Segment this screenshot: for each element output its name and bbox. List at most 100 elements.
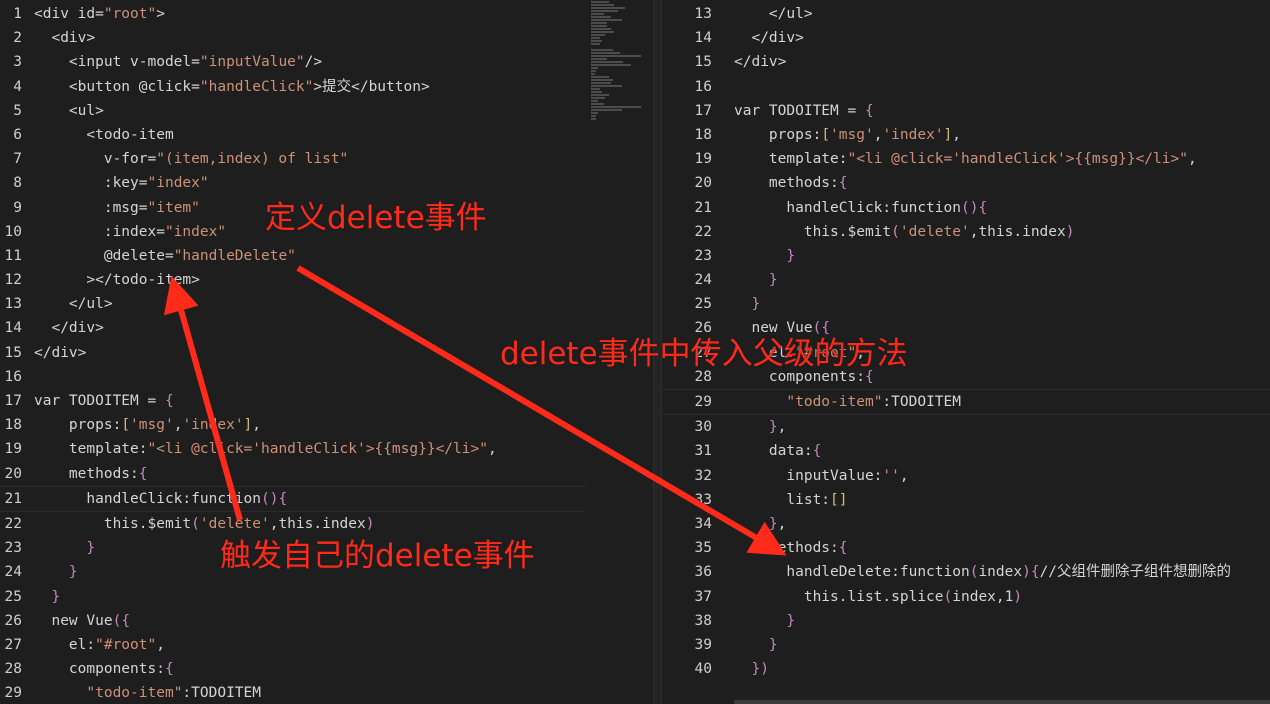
code-text[interactable]: <div> (34, 26, 95, 50)
code-line[interactable]: 11 @delete="handleDelete" (0, 244, 585, 268)
code-text[interactable]: @delete="handleDelete" (34, 244, 296, 268)
code-text[interactable]: components:{ (34, 657, 174, 681)
code-line[interactable]: 34 }, (662, 512, 1270, 536)
code-line[interactable]: 25 } (662, 292, 1270, 316)
code-text[interactable]: props:['msg','index'], (734, 123, 961, 147)
code-text[interactable]: <input v-model="inputValue"/> (34, 50, 322, 74)
code-line[interactable]: 7 v-for="(item,index) of list" (0, 147, 585, 171)
code-line[interactable]: 25 } (0, 585, 585, 609)
code-text[interactable]: "todo-item":TODOITEM (34, 681, 261, 704)
code-line[interactable]: 15 </div> (0, 341, 585, 365)
code-text[interactable]: } (34, 536, 95, 560)
code-text[interactable]: <ul> (34, 99, 104, 123)
code-text[interactable]: } (734, 633, 778, 657)
code-text[interactable]: </div> (734, 50, 786, 74)
code-text[interactable]: handleClick:function(){ (34, 487, 287, 511)
code-text[interactable]: methods:{ (734, 171, 848, 195)
code-text[interactable]: data:{ (734, 439, 821, 463)
code-text[interactable]: :msg="item" (34, 196, 200, 220)
left-editor-pane[interactable]: 1 <div id="root"> 2 <div> 3 <input v-model=… (0, 0, 585, 704)
code-text[interactable]: el:"#root", (34, 633, 165, 657)
code-text[interactable]: </ul> (34, 292, 113, 316)
code-line[interactable]: 23 } (662, 244, 1270, 268)
code-line[interactable]: 38 } (662, 609, 1270, 633)
left-code-area[interactable]: 1 <div id="root"> 2 <div> 3 <input v-model=… (0, 2, 585, 704)
code-text[interactable]: template:"<li @click='handleClick'>{{msg… (34, 437, 497, 461)
code-line[interactable]: 16 (662, 75, 1270, 99)
code-text[interactable]: handleDelete:function(index){//父组件删除子组件想… (734, 560, 1231, 584)
code-line[interactable]: 37 this.list.splice(index,1) (662, 585, 1270, 609)
code-line[interactable]: 36 handleDelete:function(index){//父组件删除子… (662, 560, 1270, 584)
code-line[interactable]: 29 "todo-item":TODOITEM (662, 389, 1270, 416)
code-text[interactable]: } (734, 609, 795, 633)
code-text[interactable]: </div> (34, 341, 86, 365)
code-line[interactable]: 29 "todo-item":TODOITEM (0, 681, 585, 704)
code-line[interactable]: 15 </div> (662, 50, 1270, 74)
code-text[interactable]: <todo-item (34, 123, 173, 147)
code-line[interactable]: 1 <div id="root"> (0, 2, 585, 26)
code-line[interactable]: 21 handleClick:function(){ (662, 196, 1270, 220)
code-text[interactable]: list:[] (734, 488, 847, 512)
code-line[interactable]: 20 methods:{ (662, 171, 1270, 195)
code-line[interactable]: 20 methods:{ (0, 462, 585, 486)
code-line[interactable]: 3 <input v-model="inputValue"/> (0, 50, 585, 74)
code-line[interactable]: 39 } (662, 633, 1270, 657)
code-line[interactable]: 6 <todo-item (0, 123, 585, 147)
code-line[interactable]: 32 inputValue:'', (662, 464, 1270, 488)
code-line[interactable]: 33 list:[] (662, 488, 1270, 512)
code-text[interactable]: <button @click="handleClick">提交</button> (34, 75, 430, 99)
code-line[interactable]: 2 <div> (0, 26, 585, 50)
code-line[interactable]: 28 components:{ (0, 657, 585, 681)
code-line[interactable]: 19 template:"<li @click='handleClick'>{{… (0, 437, 585, 461)
code-line[interactable]: 31 data:{ (662, 439, 1270, 463)
code-line[interactable]: 5 <ul> (0, 99, 585, 123)
code-line[interactable]: 17 var TODOITEM = { (0, 389, 585, 413)
code-text[interactable]: }, (734, 415, 786, 439)
code-line[interactable]: 18 props:['msg','index'], (662, 123, 1270, 147)
code-text[interactable]: </ul> (734, 2, 813, 26)
code-text[interactable]: methods:{ (34, 462, 148, 486)
code-text[interactable]: new Vue({ (34, 609, 130, 633)
code-line[interactable]: 26 new Vue({ (0, 609, 585, 633)
code-line[interactable]: 4 <button @click="handleClick">提交</butto… (0, 75, 585, 99)
code-line[interactable]: 17 var TODOITEM = { (662, 99, 1270, 123)
code-text[interactable]: "todo-item":TODOITEM (734, 390, 961, 414)
code-line[interactable]: 16 (0, 365, 585, 389)
code-line[interactable]: 13 </ul> (662, 2, 1270, 26)
code-text[interactable]: template:"<li @click='handleClick'>{{msg… (734, 147, 1197, 171)
code-text[interactable]: } (34, 585, 60, 609)
code-text[interactable]: methods:{ (734, 536, 848, 560)
code-text[interactable]: <div id="root"> (34, 2, 165, 26)
horizontal-scrollbar[interactable] (734, 700, 1270, 704)
code-line[interactable]: 19 template:"<li @click='handleClick'>{{… (662, 147, 1270, 171)
code-line[interactable]: 22 this.$emit('delete',this.index) (662, 220, 1270, 244)
code-line[interactable]: 24 } (662, 268, 1270, 292)
code-line[interactable]: 27 el:"#root", (0, 633, 585, 657)
code-line[interactable]: 21 handleClick:function(){ (0, 485, 585, 512)
code-text[interactable]: } (734, 292, 760, 316)
code-text[interactable]: this.list.splice(index,1) (734, 585, 1022, 609)
code-line[interactable]: 40 }) (662, 657, 1270, 681)
code-line[interactable]: 13 </ul> (0, 292, 585, 316)
code-text[interactable]: :index="index" (34, 220, 226, 244)
code-text[interactable]: }) (734, 657, 768, 681)
code-text[interactable]: } (34, 560, 78, 584)
code-line[interactable]: 12 ></todo-item> (0, 268, 585, 292)
code-text[interactable]: props:['msg','index'], (34, 413, 261, 437)
code-text[interactable]: inputValue:'', (734, 464, 908, 488)
code-text[interactable]: v-for="(item,index) of list" (34, 147, 348, 171)
code-text[interactable]: var TODOITEM = { (734, 99, 874, 123)
code-line[interactable]: 18 props:['msg','index'], (0, 413, 585, 437)
code-text[interactable]: this.$emit('delete',this.index) (734, 220, 1075, 244)
code-text[interactable]: ></todo-item> (34, 268, 200, 292)
code-text[interactable]: } (734, 244, 795, 268)
code-text[interactable]: } (734, 268, 778, 292)
code-text[interactable]: :key="index" (34, 171, 209, 195)
code-line[interactable]: 35 methods:{ (662, 536, 1270, 560)
code-line[interactable]: 30 }, (662, 415, 1270, 439)
code-text[interactable]: </div> (34, 316, 103, 340)
code-text[interactable]: </div> (734, 26, 803, 50)
code-text[interactable]: var TODOITEM = { (34, 389, 174, 413)
code-line[interactable]: 14 </div> (0, 316, 585, 340)
code-line[interactable]: 14 </div> (662, 26, 1270, 50)
